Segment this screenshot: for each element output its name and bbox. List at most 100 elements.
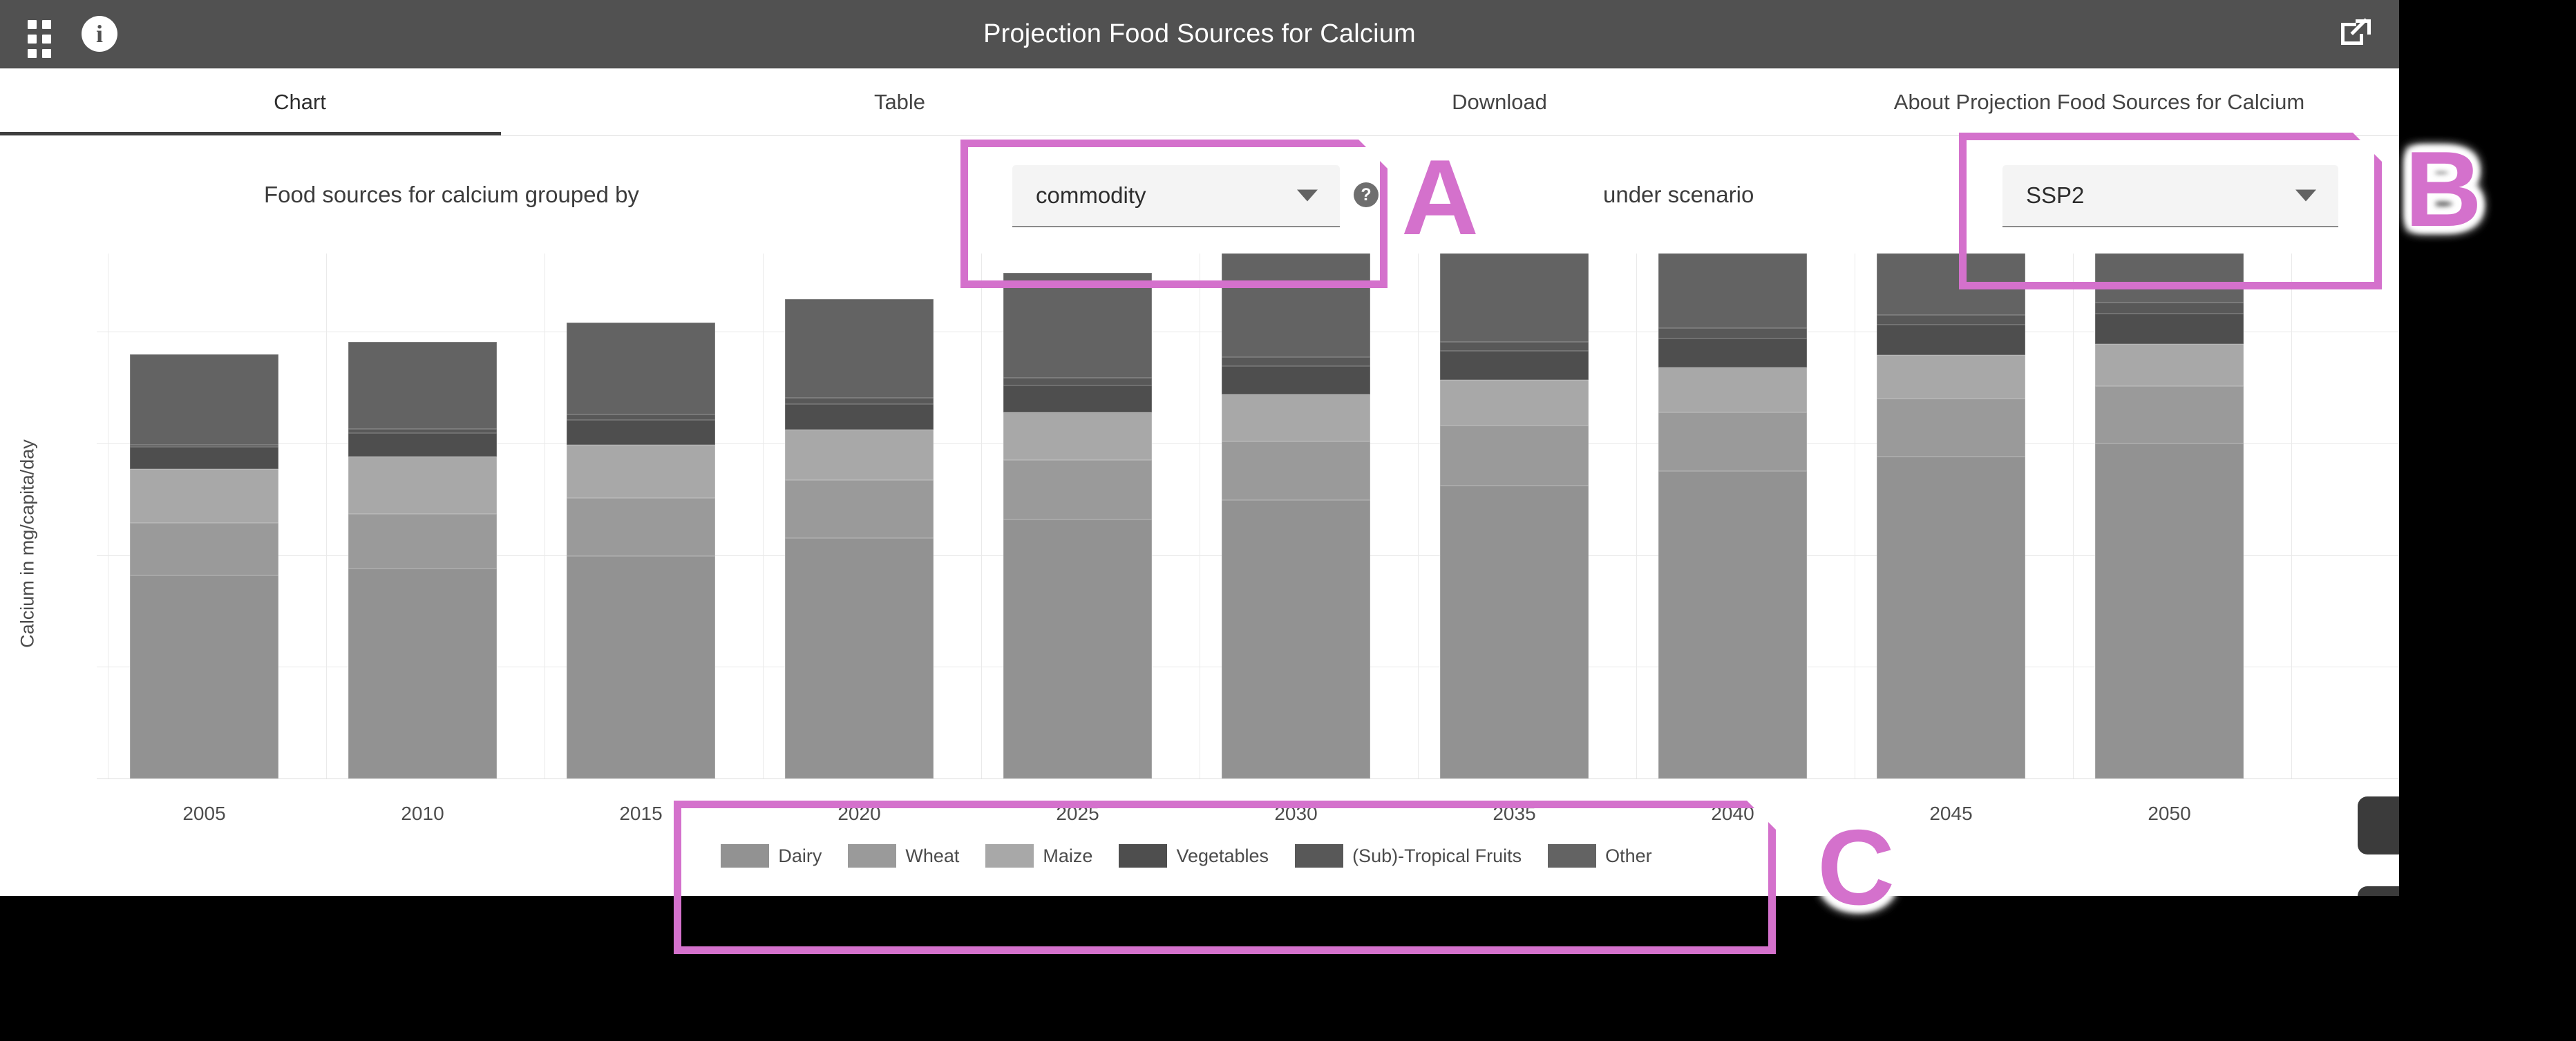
bar-segment[interactable] <box>1440 350 1589 380</box>
plot-region: 0100200300400200520102015202020252030203… <box>97 254 2399 896</box>
annotation-box-c <box>674 801 1776 954</box>
bar-segment[interactable] <box>348 433 497 457</box>
bar-2010[interactable] <box>348 341 497 779</box>
bar-segment[interactable] <box>1658 338 1807 367</box>
bar-segment[interactable] <box>2095 314 2244 344</box>
bar-segment[interactable] <box>1877 325 2025 356</box>
bar-segment[interactable] <box>785 299 934 398</box>
bar-segment[interactable] <box>1003 377 1152 385</box>
bar-segment[interactable] <box>1003 460 1152 519</box>
tab-about[interactable]: About Projection Food Sources for Calciu… <box>1799 68 2399 135</box>
bar-segment[interactable] <box>567 498 715 557</box>
x-tick-label: 2050 <box>2148 803 2191 824</box>
bar-2015[interactable] <box>567 323 715 779</box>
bar-segment[interactable] <box>130 522 278 575</box>
bar-segment[interactable] <box>348 568 497 779</box>
x-gridline <box>2291 254 2292 779</box>
bar-segment[interactable] <box>785 538 934 779</box>
annotation-label-b: B <box>2405 129 2482 249</box>
bar-segment[interactable] <box>130 446 278 470</box>
bar-segment[interactable] <box>348 513 497 569</box>
tab-bar: Chart Table Download About Projection Fo… <box>0 68 2399 136</box>
x-gridline <box>544 254 545 779</box>
bar-segment[interactable] <box>567 556 715 779</box>
bar-segment[interactable] <box>1003 385 1152 412</box>
y-axis-label: Calcium in mg/capita/day <box>17 439 38 648</box>
bar-segment[interactable] <box>1440 341 1589 351</box>
bar-segment[interactable] <box>785 480 934 539</box>
bar-segment[interactable] <box>1003 272 1152 378</box>
bar-segment[interactable] <box>1222 394 1370 441</box>
x-gridline <box>326 254 327 779</box>
annotation-box-a <box>960 140 1388 288</box>
tab-table[interactable]: Table <box>600 68 1200 135</box>
bar-segment[interactable] <box>1003 412 1152 461</box>
x-gridline <box>763 254 764 779</box>
tab-chart[interactable]: Chart <box>0 68 600 135</box>
bar-2045[interactable] <box>1877 254 2025 779</box>
bar-segment[interactable] <box>1003 519 1152 779</box>
bar-2020[interactable] <box>785 299 934 779</box>
title-bar-right-icons <box>2341 0 2371 68</box>
x-gridline <box>1418 254 1419 779</box>
bar-segment[interactable] <box>1440 486 1589 779</box>
bar-segment[interactable] <box>2095 343 2244 387</box>
bar-segment[interactable] <box>130 575 278 779</box>
bar-segment[interactable] <box>2095 443 2244 779</box>
x-gridline <box>2073 254 2074 779</box>
bar-segment[interactable] <box>567 419 715 445</box>
x-tick-label: 2005 <box>182 803 226 824</box>
x-tick-label: 2015 <box>619 803 663 824</box>
window-title: Projection Food Sources for Calcium <box>983 19 1416 48</box>
bar-segment[interactable] <box>1222 357 1370 367</box>
bar-segment[interactable] <box>1658 412 1807 472</box>
bar-2030[interactable] <box>1222 254 1370 779</box>
bar-segment[interactable] <box>1222 500 1370 779</box>
bar-segment[interactable] <box>348 341 497 429</box>
open-in-new-icon[interactable] <box>2341 19 2371 49</box>
bar-segment[interactable] <box>1877 314 2025 325</box>
bar-2005[interactable] <box>130 354 278 779</box>
bar-2025[interactable] <box>1003 272 1152 779</box>
bar-2050[interactable] <box>2095 254 2244 779</box>
bar-segment[interactable] <box>1658 471 1807 779</box>
x-gridline <box>1636 254 1637 779</box>
annotation-box-b <box>1959 133 2382 289</box>
x-gridline <box>981 254 982 779</box>
bar-segment[interactable] <box>130 469 278 523</box>
bar-segment[interactable] <box>1658 367 1807 412</box>
tab-row: Chart Table Download About Projection Fo… <box>0 68 2399 135</box>
page-root: i Projection Food Sources for Calcium Ch… <box>0 0 2576 1041</box>
scenario-label: under scenario <box>1603 182 1754 207</box>
bar-segment[interactable] <box>785 397 934 405</box>
bar-segment[interactable] <box>567 444 715 499</box>
chart-control-button-1[interactable] <box>2358 796 2399 854</box>
bar-segment[interactable] <box>130 354 278 445</box>
bar-segment[interactable] <box>567 323 715 414</box>
bar-segment[interactable] <box>785 404 934 430</box>
group-by-label: Food sources for calcium grouped by <box>264 182 639 207</box>
x-tick-label: 2045 <box>1929 803 1973 824</box>
bar-2040[interactable] <box>1658 254 1807 779</box>
bar-segment[interactable] <box>1222 441 1370 501</box>
title-bar: i Projection Food Sources for Calcium <box>0 0 2399 68</box>
bar-segment[interactable] <box>1658 254 1807 329</box>
bar-segment[interactable] <box>1440 254 1589 342</box>
tab-download[interactable]: Download <box>1200 68 1799 135</box>
bar-segment[interactable] <box>785 430 934 481</box>
bar-segment[interactable] <box>1877 355 2025 399</box>
bar-segment[interactable] <box>567 414 715 420</box>
bar-segment[interactable] <box>348 457 497 514</box>
x-tick-label: 2010 <box>401 803 444 824</box>
chart-control-button-2[interactable] <box>2358 886 2399 896</box>
bar-2035[interactable] <box>1440 254 1589 779</box>
bar-segment[interactable] <box>2095 303 2244 314</box>
annotation-label-a: A <box>1401 137 1479 257</box>
bar-segment[interactable] <box>1440 379 1589 426</box>
bar-segment[interactable] <box>1877 457 2025 779</box>
bar-segment[interactable] <box>1440 426 1589 486</box>
bar-segment[interactable] <box>1222 366 1370 394</box>
bar-segment[interactable] <box>1658 328 1807 338</box>
bar-segment[interactable] <box>1877 399 2025 457</box>
bar-segment[interactable] <box>2095 386 2244 443</box>
